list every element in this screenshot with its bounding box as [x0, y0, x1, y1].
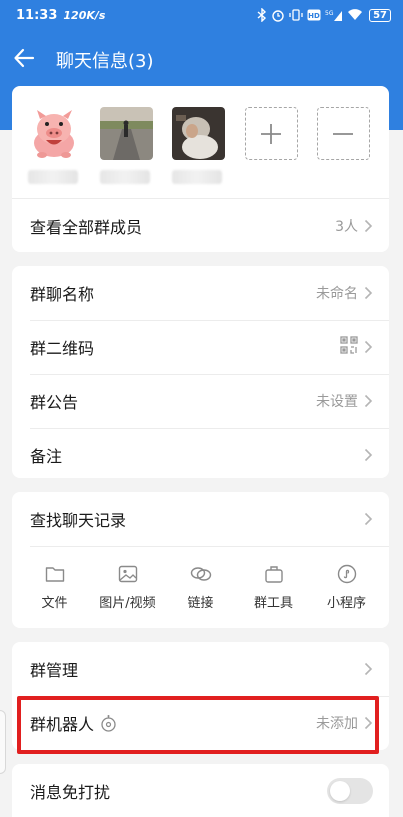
- hd-icon: HD: [307, 9, 321, 21]
- view-all-members-row[interactable]: 查看全部群成员 3人: [12, 198, 389, 252]
- chevron-right-icon: [364, 512, 373, 526]
- group-name-row[interactable]: 群聊名称 未命名: [12, 266, 389, 320]
- signal-5g-icon: 5G: [325, 8, 343, 22]
- status-time: 11:33: [16, 7, 58, 23]
- battery-indicator: 57: [369, 8, 391, 22]
- member-name-blurred: [100, 170, 151, 184]
- member-list: [12, 86, 389, 196]
- group-qr-label: 群二维码: [30, 339, 95, 358]
- group-robot-value: 未添加: [316, 716, 358, 732]
- qr-code-icon: [340, 336, 358, 358]
- view-all-members-label: 查看全部群成员: [30, 217, 143, 237]
- remark-row[interactable]: 备注: [12, 428, 389, 478]
- mini-program-icon: [337, 564, 357, 584]
- member-count: 3人: [335, 218, 358, 235]
- remark-label: 备注: [30, 447, 63, 466]
- tool-files-label: 文件: [41, 596, 68, 611]
- chevron-right-icon: [364, 394, 373, 408]
- plus-icon: [244, 107, 298, 160]
- chevron-right-icon: [364, 448, 373, 462]
- alarm-icon: [271, 8, 285, 22]
- group-settings-card: 群聊名称 未命名 群二维码 群公告 未设置 备注: [12, 266, 389, 478]
- tool-links-label: 链接: [187, 596, 214, 611]
- link-icon: [190, 564, 212, 584]
- svg-text:HD: HD: [308, 12, 320, 20]
- status-bar: 11:33 120K/s HD 5G 57: [0, 0, 403, 30]
- mute-toggle[interactable]: [327, 778, 373, 804]
- image-icon: [118, 564, 138, 584]
- add-member-button[interactable]: [244, 107, 317, 196]
- toggle-knob: [330, 781, 350, 801]
- page-title: 聊天信息(3): [56, 51, 154, 72]
- chevron-right-icon: [364, 716, 373, 730]
- divider: [30, 546, 389, 547]
- tool-links[interactable]: 链接: [164, 564, 237, 611]
- chevron-right-icon: [364, 286, 373, 300]
- robot-icon: [100, 714, 117, 732]
- chevron-right-icon: [364, 219, 373, 233]
- folder-icon: [45, 564, 65, 584]
- network-speed: 120K/s: [63, 8, 106, 22]
- member-item[interactable]: [28, 107, 100, 196]
- back-button[interactable]: [0, 40, 48, 80]
- toolbox-icon: [264, 564, 284, 584]
- edge-drawer-handle[interactable]: [0, 710, 6, 774]
- tool-group-tools-label: 群工具: [253, 596, 293, 611]
- group-robot-label: 群机器人: [30, 715, 95, 734]
- vibrate-icon: [289, 8, 303, 22]
- management-card: 群管理 群机器人 未添加: [12, 642, 389, 750]
- bluetooth-icon: [257, 8, 267, 22]
- history-tools: 文件 图片/视频 链接 群工具 小程序: [12, 546, 389, 611]
- chevron-right-icon: [364, 340, 373, 354]
- group-notice-value: 未设置: [316, 394, 358, 410]
- chevron-right-icon: [364, 662, 373, 676]
- person-photo-avatar: [172, 107, 226, 160]
- group-name-label: 群聊名称: [30, 285, 95, 304]
- tool-mini-programs-label: 小程序: [326, 596, 366, 611]
- member-name-blurred: [172, 170, 223, 184]
- tool-group-tools[interactable]: 群工具: [237, 564, 310, 611]
- tool-files[interactable]: 文件: [18, 564, 91, 611]
- members-card: 查看全部群成员 3人: [12, 86, 389, 252]
- remove-member-button[interactable]: [316, 107, 389, 196]
- mute-label: 消息免打扰: [30, 783, 111, 802]
- wifi-icon: [347, 9, 363, 21]
- arrow-left-icon: [13, 47, 35, 73]
- pig-cartoon-avatar: [28, 107, 81, 160]
- search-history-label: 查找聊天记录: [30, 511, 127, 530]
- group-robot-row[interactable]: 群机器人 未添加: [12, 696, 389, 750]
- member-item[interactable]: [172, 107, 244, 196]
- minus-icon: [316, 107, 370, 160]
- tool-images-label: 图片/视频: [99, 596, 156, 611]
- search-history-row[interactable]: 查找聊天记录: [12, 492, 389, 546]
- group-manage-row[interactable]: 群管理: [12, 642, 389, 696]
- group-notice-label: 群公告: [30, 393, 79, 412]
- member-item[interactable]: [100, 107, 172, 196]
- tool-images[interactable]: 图片/视频: [91, 564, 164, 611]
- group-notice-row[interactable]: 群公告 未设置: [12, 374, 389, 428]
- group-qr-row[interactable]: 群二维码: [12, 320, 389, 374]
- group-manage-label: 群管理: [30, 661, 79, 680]
- chat-history-card: 查找聊天记录 文件 图片/视频 链接 群工具 小程序: [12, 492, 389, 628]
- member-name-blurred: [28, 170, 78, 184]
- svg-text:5G: 5G: [325, 10, 334, 17]
- notifications-card: 消息免打扰: [12, 764, 389, 817]
- mute-row: 消息免打扰: [12, 764, 389, 817]
- road-photo-avatar: [100, 107, 154, 160]
- tool-mini-programs[interactable]: 小程序: [310, 564, 383, 611]
- group-name-value: 未命名: [316, 286, 358, 302]
- title-bar: 聊天信息(3): [0, 40, 403, 80]
